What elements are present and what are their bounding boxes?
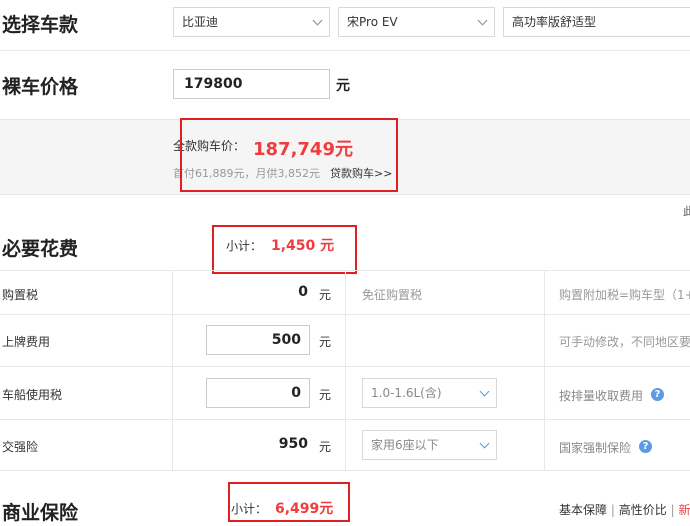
vehicle-tax-input[interactable]: 0	[206, 378, 310, 408]
highlight-box	[212, 225, 357, 274]
fee-desc-plate: 可手动修改，不同地区要	[559, 335, 690, 349]
fee-desc-compulsory-insurance: 国家强制保险	[559, 441, 632, 455]
tab-value[interactable]: 高性价比	[619, 503, 667, 517]
fee-name-purchase-tax: 购置税	[2, 288, 39, 302]
highlight-box	[228, 482, 350, 522]
fee-value-purchase-tax: 0	[298, 284, 308, 300]
fee-unit: 元	[319, 288, 332, 302]
brand-select-value: 比亚迪	[182, 15, 219, 29]
divider	[0, 50, 690, 51]
model-select[interactable]: 宋Pro EV	[338, 7, 495, 37]
highlight-box	[180, 118, 398, 192]
displacement-select[interactable]: 1.0-1.6L(含)	[362, 378, 497, 408]
insurance-tabs: 基本保障 | 高性价比 | 新手	[559, 501, 690, 518]
required-fees-title: 必要花费	[2, 238, 79, 260]
fee-desc-purchase-tax: 购置附加税=购车型（1+	[559, 288, 690, 302]
displacement-select-value: 1.0-1.6L(含)	[371, 386, 442, 400]
fee-name-compulsory-insurance: 交强险	[2, 440, 39, 454]
tab-novice[interactable]: 新手	[678, 503, 690, 517]
chevron-down-icon	[312, 15, 323, 26]
model-select-value: 宋Pro EV	[347, 15, 398, 29]
brand-select[interactable]: 比亚迪	[173, 7, 330, 37]
divider	[0, 470, 690, 471]
tab-separator: |	[610, 503, 615, 517]
chevron-down-icon	[479, 438, 490, 449]
side-cut-text: 此	[683, 205, 690, 218]
bare-price-title: 裸车价格	[2, 76, 79, 98]
tab-separator: |	[670, 503, 675, 517]
fee-name-vehicle-tax: 车船使用税	[2, 388, 63, 402]
fee-unit: 元	[319, 388, 332, 402]
fee-desc-vehicle-tax: 按排量收取费用	[559, 389, 644, 403]
tab-basic[interactable]: 基本保障	[559, 503, 607, 517]
help-icon[interactable]: ?	[639, 440, 652, 453]
fee-name-plate: 上牌费用	[2, 335, 51, 349]
trim-select[interactable]: 高功率版舒适型	[503, 7, 690, 37]
seat-type-select-value: 家用6座以下	[371, 438, 439, 452]
chevron-down-icon	[477, 15, 488, 26]
plate-fee-input[interactable]: 500	[206, 325, 310, 355]
seat-type-select[interactable]: 家用6座以下	[362, 430, 497, 460]
divider	[544, 270, 545, 470]
commercial-insurance-title: 商业保险	[2, 502, 79, 524]
trim-select-value: 高功率版舒适型	[512, 15, 597, 29]
fee-note-purchase-tax: 免征购置税	[362, 288, 423, 302]
fee-value-compulsory-insurance: 950	[278, 436, 308, 452]
divider	[172, 270, 173, 470]
bare-price-unit: 元	[336, 78, 350, 94]
select-car-title: 选择车款	[2, 14, 79, 36]
fee-unit: 元	[319, 335, 332, 349]
help-icon[interactable]: ?	[651, 388, 664, 401]
fee-unit: 元	[319, 440, 332, 454]
chevron-down-icon	[479, 386, 490, 397]
divider	[345, 270, 346, 470]
bare-price-input[interactable]: 179800	[173, 69, 330, 99]
